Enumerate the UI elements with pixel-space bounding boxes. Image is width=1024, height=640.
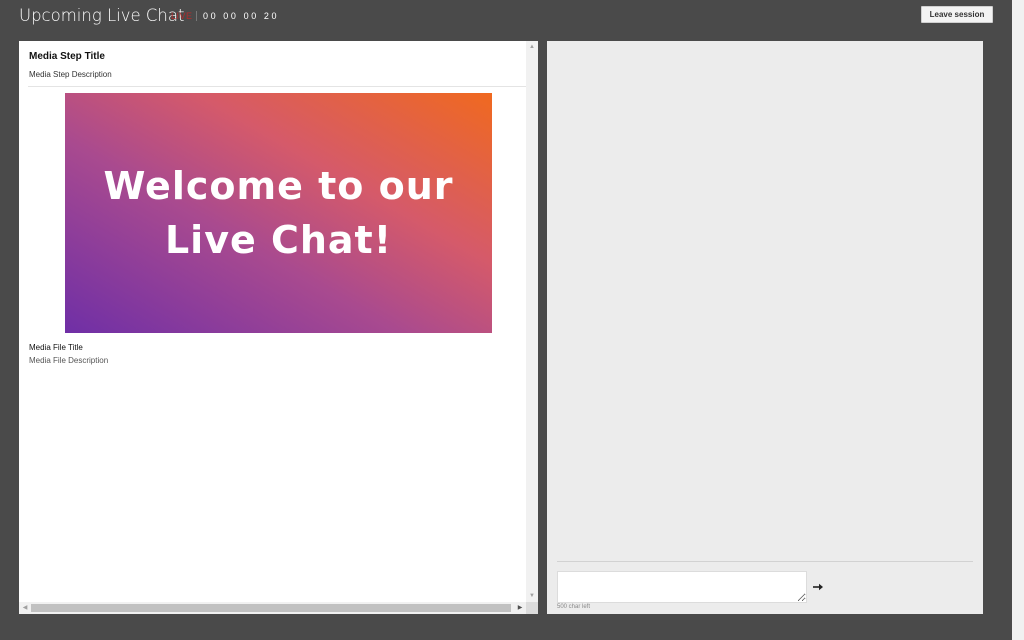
arrow-right-icon bbox=[812, 583, 823, 591]
media-step-title: Media Step Title bbox=[29, 51, 105, 62]
scroll-down-icon[interactable]: ▼ bbox=[526, 590, 538, 602]
page-title: Upcoming Live Chat bbox=[19, 6, 185, 25]
timer-divider bbox=[196, 11, 197, 21]
media-step-content: Media Step Title Media Step Description … bbox=[19, 41, 526, 602]
media-file-title: Media File Title bbox=[29, 343, 83, 352]
vertical-scrollbar[interactable]: ▲ ▼ bbox=[526, 41, 538, 602]
horizontal-scrollbar[interactable]: ◀ ▶ bbox=[19, 602, 526, 614]
media-file-description: Media File Description bbox=[29, 356, 109, 365]
session-timer: 00 00 00 20 bbox=[203, 11, 280, 21]
media-image-text-line-2: Live Chat! bbox=[164, 218, 393, 262]
media-step-panel: Media Step Title Media Step Description … bbox=[19, 41, 538, 614]
chat-messages-area bbox=[547, 41, 983, 561]
scroll-left-icon[interactable]: ◀ bbox=[19, 602, 31, 614]
chat-message-input[interactable] bbox=[557, 571, 807, 603]
media-image: Welcome to our Live Chat! bbox=[65, 93, 492, 333]
char-counter: 500 char left bbox=[557, 604, 591, 610]
scroll-right-icon[interactable]: ▶ bbox=[514, 602, 526, 614]
chat-panel: 500 char left bbox=[547, 41, 983, 614]
horizontal-scroll-thumb[interactable] bbox=[31, 604, 511, 612]
top-bar: Upcoming Live Chat LIVE 00 00 00 20 Leav… bbox=[0, 0, 1012, 36]
divider bbox=[28, 86, 526, 87]
media-step-description: Media Step Description bbox=[29, 70, 112, 79]
scroll-up-icon[interactable]: ▲ bbox=[526, 41, 538, 53]
send-button[interactable] bbox=[810, 579, 826, 595]
page-scrollbar[interactable] bbox=[1012, 0, 1024, 640]
live-indicator: LIVE bbox=[171, 11, 193, 21]
divider bbox=[557, 561, 973, 562]
scroll-corner bbox=[526, 602, 538, 614]
media-image-text-line-1: Welcome to our bbox=[103, 164, 454, 208]
leave-session-button[interactable]: Leave session bbox=[921, 6, 993, 23]
